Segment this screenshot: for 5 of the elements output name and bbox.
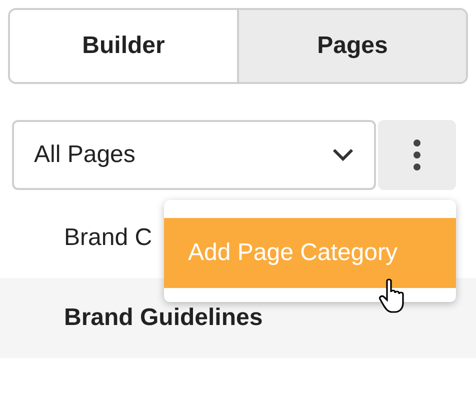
more-vertical-icon — [413, 139, 421, 171]
chevron-down-icon — [332, 148, 354, 162]
page-filter-dropdown[interactable]: All Pages — [12, 120, 376, 190]
more-options-button[interactable] — [378, 120, 456, 190]
tab[interactable]: Pages — [237, 10, 466, 82]
